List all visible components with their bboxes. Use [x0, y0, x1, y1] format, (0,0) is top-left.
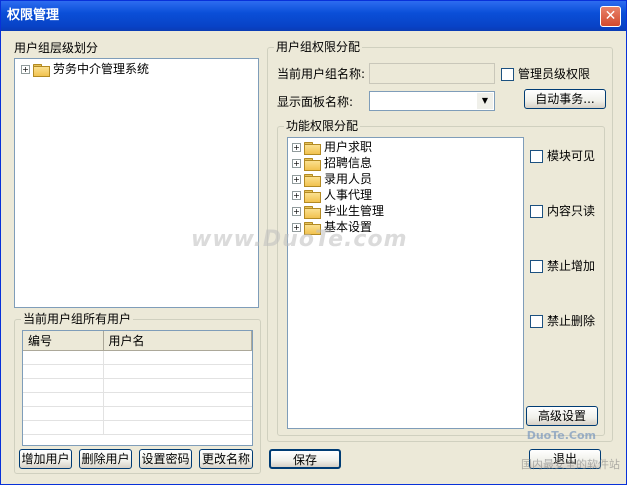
panel-name-select[interactable]: ▼ [369, 91, 495, 111]
function-permission-label: 功能权限分配 [284, 119, 361, 133]
admin-checkbox[interactable]: 管理员级权限 [501, 67, 590, 83]
tree-item-label: 人事代理 [324, 188, 373, 202]
delete-user-button[interactable]: 删除用户 [79, 449, 132, 469]
window-title: 权限管理 [7, 8, 60, 23]
save-button[interactable]: 保存 [269, 449, 341, 469]
watermark-site: DuoTe.Com [526, 429, 596, 442]
tree-root-label: 劳务中介管理系统 [53, 62, 150, 76]
hierarchy-tree[interactable]: + 劳务中介管理系统 [14, 58, 259, 308]
folder-icon [304, 189, 321, 203]
column-header-username[interactable]: 用户名 [103, 331, 252, 351]
table-row[interactable] [23, 392, 252, 407]
expand-icon[interactable]: + [292, 207, 301, 216]
forbid-add-checkbox[interactable]: 禁止增加 [530, 259, 595, 275]
forbid-delete-checkbox[interactable]: 禁止删除 [530, 314, 595, 330]
users-table[interactable]: 编号 用户名 [22, 330, 253, 446]
tree-item-label: 录用人员 [324, 172, 373, 186]
group-name-label: 当前用户组名称: [277, 67, 366, 81]
function-tree[interactable]: + 用户求职 + 招聘信息 + 录用人员 + 人事代理 + 毕业生管理 + 基本设置 [287, 137, 524, 429]
close-button[interactable]: ✕ [600, 6, 621, 27]
table-row[interactable] [23, 420, 252, 435]
tree-item[interactable]: + 录用人员 [292, 171, 372, 187]
checkbox-icon[interactable] [530, 260, 543, 273]
tree-item[interactable]: + 招聘信息 [292, 155, 372, 171]
content-readonly-checkbox[interactable]: 内容只读 [530, 204, 595, 220]
expand-icon[interactable]: + [292, 143, 301, 152]
checkbox-label: 禁止增加 [547, 259, 596, 273]
checkbox-icon[interactable] [530, 205, 543, 218]
hierarchy-label: 用户组层级划分 [14, 41, 99, 55]
rename-button[interactable]: 更改名称 [199, 449, 253, 469]
folder-icon [304, 157, 321, 171]
tree-item[interactable]: + 毕业生管理 [292, 203, 384, 219]
permission-window: 权限管理 ✕ 用户组层级划分 + 劳务中介管理系统 当前用户组所有用户 编号 用户… [0, 0, 627, 485]
watermark-caption: 国内最安全的软件站 [521, 458, 620, 471]
users-group-label: 当前用户组所有用户 [21, 312, 134, 326]
tree-item-label: 毕业生管理 [324, 204, 385, 218]
watermark: www.DuoTe.com [191, 227, 408, 252]
expand-icon[interactable]: + [21, 65, 30, 74]
table-row[interactable] [23, 406, 252, 421]
add-user-button[interactable]: 增加用户 [19, 449, 72, 469]
tree-item[interactable]: + 用户求职 [292, 139, 372, 155]
column-header-id[interactable]: 编号 [23, 331, 104, 351]
table-row[interactable] [23, 378, 252, 393]
tree-item-label: 招聘信息 [324, 156, 373, 170]
checkbox-label: 禁止删除 [547, 314, 596, 328]
table-row[interactable] [23, 364, 252, 379]
tree-item[interactable]: + 人事代理 [292, 187, 372, 203]
tree-root-item[interactable]: + 劳务中介管理系统 [21, 61, 149, 77]
folder-icon [304, 173, 321, 187]
chevron-down-icon[interactable]: ▼ [477, 93, 493, 109]
checkbox-icon[interactable] [530, 315, 543, 328]
auto-task-button[interactable]: 自动事务... [524, 89, 606, 109]
folder-icon [304, 205, 321, 219]
tree-item-label: 用户求职 [324, 140, 373, 154]
checkbox-label: 模块可见 [547, 149, 596, 163]
expand-icon[interactable]: + [292, 159, 301, 168]
title-bar: 权限管理 ✕ [1, 1, 626, 31]
group-name-field[interactable] [369, 63, 495, 84]
checkbox-label: 内容只读 [547, 204, 596, 218]
expand-icon[interactable]: + [292, 175, 301, 184]
checkbox-icon[interactable] [530, 150, 543, 163]
table-row[interactable] [23, 350, 252, 365]
panel-name-label: 显示面板名称: [277, 95, 354, 109]
group-permission-label: 用户组权限分配 [274, 40, 363, 54]
set-password-button[interactable]: 设置密码 [139, 449, 192, 469]
module-visible-checkbox[interactable]: 模块可见 [530, 149, 595, 165]
folder-icon [304, 141, 321, 155]
folder-icon [33, 63, 50, 77]
checkbox-icon[interactable] [501, 68, 514, 81]
admin-checkbox-label: 管理员级权限 [518, 67, 591, 81]
advanced-settings-button[interactable]: 高级设置 [526, 406, 598, 426]
expand-icon[interactable]: + [292, 191, 301, 200]
